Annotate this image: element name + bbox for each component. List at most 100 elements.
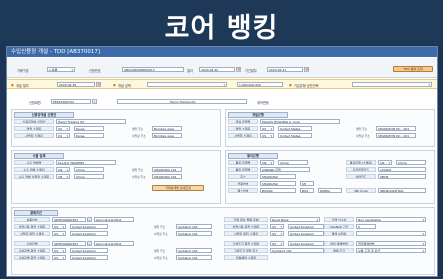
row-label: SBI Code bbox=[346, 188, 376, 193]
row-label: 상업신용 원천 소재지 bbox=[224, 224, 268, 229]
negotiation-select[interactable]: Non negotiable bbox=[356, 217, 426, 222]
shipper-name[interactable]: Agricultural Mart bbox=[94, 241, 134, 246]
pay-bank-code[interactable]: 100001 bbox=[378, 167, 426, 172]
calendar-icon[interactable]: 📅 bbox=[304, 67, 309, 72]
country-select[interactable]: US bbox=[52, 224, 66, 229]
toolbar: 거래구분 1.등록 신청번호 AB01OR00INP00013 일자 2020.… bbox=[7, 58, 437, 78]
country-name: United Kingdom bbox=[288, 241, 324, 246]
row-label: 통지 은행명 bbox=[228, 160, 258, 165]
type-select[interactable]: 1.등록 bbox=[47, 67, 75, 72]
goods-name[interactable]: Agricultural Mart bbox=[94, 217, 134, 222]
country-select[interactable]: CN bbox=[378, 160, 392, 165]
addr-label: 사업장 주소 bbox=[132, 175, 146, 179]
country-select[interactable]: US bbox=[56, 126, 70, 131]
applicant-code-input[interactable]: P8933306704 bbox=[51, 99, 91, 104]
bullet-icon: ● bbox=[289, 83, 292, 87]
fax-field[interactable]: BUSAN bbox=[260, 188, 296, 193]
calendar-icon[interactable]: 📅 bbox=[236, 67, 241, 72]
period-input[interactable]: 2020.05.31 bbox=[267, 67, 303, 72]
premium-select[interactable] bbox=[356, 231, 426, 236]
addr-input[interactable]: Scotland 101 bbox=[176, 224, 212, 229]
hero-banner: 코어 뱅킹 bbox=[0, 0, 443, 44]
phone-field[interactable]: SHANGHAI bbox=[260, 181, 296, 186]
goods-owner-select[interactable]: Royal Bank bbox=[270, 217, 320, 222]
country-select[interactable]: CN bbox=[56, 167, 70, 172]
status-code[interactable]: SBCN bbox=[378, 174, 426, 179]
panel-header: 통지은행 bbox=[228, 153, 278, 159]
open-amount-input[interactable]: 1,000,000.000 bbox=[237, 82, 283, 87]
row-label: 상태코드 bbox=[346, 174, 376, 179]
currency-select[interactable] bbox=[147, 82, 227, 87]
phone-code[interactable]: SH bbox=[300, 181, 314, 186]
payment-method-select[interactable]: 현금결제방법 bbox=[356, 241, 426, 246]
country-select[interactable]: US bbox=[52, 255, 66, 260]
applicant-name-field[interactable]: Harmi Trading ltd bbox=[56, 119, 126, 124]
payment-terms-select[interactable]: 보통 도착 후 지급 bbox=[356, 248, 426, 253]
addr-input[interactable]: Bombay area bbox=[152, 133, 182, 138]
window-title: 수입신용장 개설 - TDD [AB370017] bbox=[7, 47, 437, 57]
address-field[interactable]: SHANGHAI bbox=[260, 174, 296, 179]
fax-code[interactable]: BUS bbox=[300, 188, 314, 193]
addr-input[interactable]: SHANGHAI 201 bbox=[152, 167, 182, 172]
usance-days[interactable]: 0 bbox=[356, 224, 376, 229]
date-input[interactable]: 2020.04.30 bbox=[199, 67, 235, 72]
row-label: 거래 대상 물품 주체 bbox=[224, 217, 268, 222]
row-label: 상업신용 원천 소재지 bbox=[14, 224, 50, 229]
addr-input[interactable]: SHANGTON DC - 001 bbox=[376, 133, 416, 138]
country-select[interactable]: CN bbox=[260, 160, 274, 165]
shipper-code[interactable]: SWIFOI0000303 bbox=[52, 241, 86, 246]
search-icon[interactable]: ⌕ bbox=[87, 241, 92, 246]
country-select[interactable]: CN bbox=[56, 174, 70, 179]
row-label: 사업장 소재지 bbox=[228, 133, 258, 138]
counterparty-detail-button[interactable]: 거래상대방 상세조회 bbox=[152, 185, 204, 191]
type-label: 거래구분 bbox=[17, 69, 29, 73]
row-label: 전화번호 bbox=[228, 181, 258, 186]
country-select[interactable]: US bbox=[52, 248, 66, 253]
ref-input[interactable]: AB01OR00INP00013 bbox=[122, 67, 184, 72]
addr-input[interactable]: Scotland 101 bbox=[176, 231, 212, 236]
search-icon[interactable]: ⌕ bbox=[92, 99, 97, 104]
country-select[interactable]: US bbox=[56, 133, 70, 138]
addr-input[interactable]: Scotland 101 bbox=[176, 255, 212, 260]
row-label: 주소 bbox=[228, 174, 258, 179]
search-icon[interactable]: ⌕ bbox=[87, 217, 92, 222]
country-name: China bbox=[396, 160, 426, 165]
addr-input[interactable]: Bombay area bbox=[152, 126, 182, 131]
fund-type-select[interactable] bbox=[352, 82, 432, 87]
calendar-icon[interactable]: 📅 bbox=[96, 82, 101, 87]
period-label: 기간일자 bbox=[245, 69, 257, 73]
addr-input[interactable]: Scotland 101 bbox=[176, 248, 212, 253]
row-label: 개설 은행명 bbox=[228, 119, 258, 124]
country-select[interactable]: US bbox=[260, 133, 274, 138]
goods-code[interactable]: SWIFOI0000303 bbox=[52, 217, 86, 222]
advising-bank-panel: 통지은행 통지 은행명 CN China 통지은행 (소재지) CN China… bbox=[225, 150, 435, 204]
open-date-input[interactable]: 2020.04.30 bbox=[57, 82, 95, 87]
tdd-lookup-button[interactable]: TDD 결과 조회 bbox=[393, 66, 433, 72]
row-label: 통지은행 (소재지) bbox=[346, 160, 376, 165]
fax-country[interactable]: KOREA bbox=[318, 188, 342, 193]
exporter-name-field[interactable]: KLLALA TRADERS bbox=[56, 160, 116, 165]
advising-bank-name[interactable]: ASBANK 은행 bbox=[260, 167, 310, 172]
row-label: 수출 업체 사업장 소재지 bbox=[14, 174, 54, 179]
row-label: 출하지명 bbox=[14, 241, 50, 246]
country-name: United Kingdom bbox=[288, 231, 324, 236]
row-label: 영업 소재지 bbox=[228, 126, 258, 131]
row-label: 대리 결제방법 bbox=[324, 241, 354, 246]
bank-name-field[interactable]: MAGUS HOLDING K. Corp bbox=[260, 119, 340, 124]
country-select[interactable]: US bbox=[260, 126, 274, 131]
row-label: 팩스번호 bbox=[228, 188, 258, 193]
country-select[interactable]: US bbox=[270, 231, 284, 236]
addr-input[interactable]: SHANGTON DC - 001 bbox=[376, 126, 416, 131]
country-select[interactable]: US bbox=[52, 231, 66, 236]
price-addr-input[interactable]: Scotland 101 bbox=[270, 248, 324, 253]
row-label: 수출 업체 소재지 bbox=[14, 167, 54, 172]
country-name: China bbox=[278, 160, 308, 165]
addr-label: 영업 주소 bbox=[154, 249, 166, 253]
applicant-name-input[interactable]: Harmi Trading ltd bbox=[117, 99, 247, 104]
row-label: 신용장개설 신청인 bbox=[14, 119, 54, 124]
sbi-code[interactable]: SBCNCN22HWA bbox=[378, 188, 426, 193]
country-select[interactable]: US bbox=[270, 224, 284, 229]
country-name: United Kingdom bbox=[70, 231, 108, 236]
addr-input[interactable]: SHANGHAI 201 bbox=[152, 174, 182, 179]
country-select[interactable]: US bbox=[270, 241, 284, 246]
